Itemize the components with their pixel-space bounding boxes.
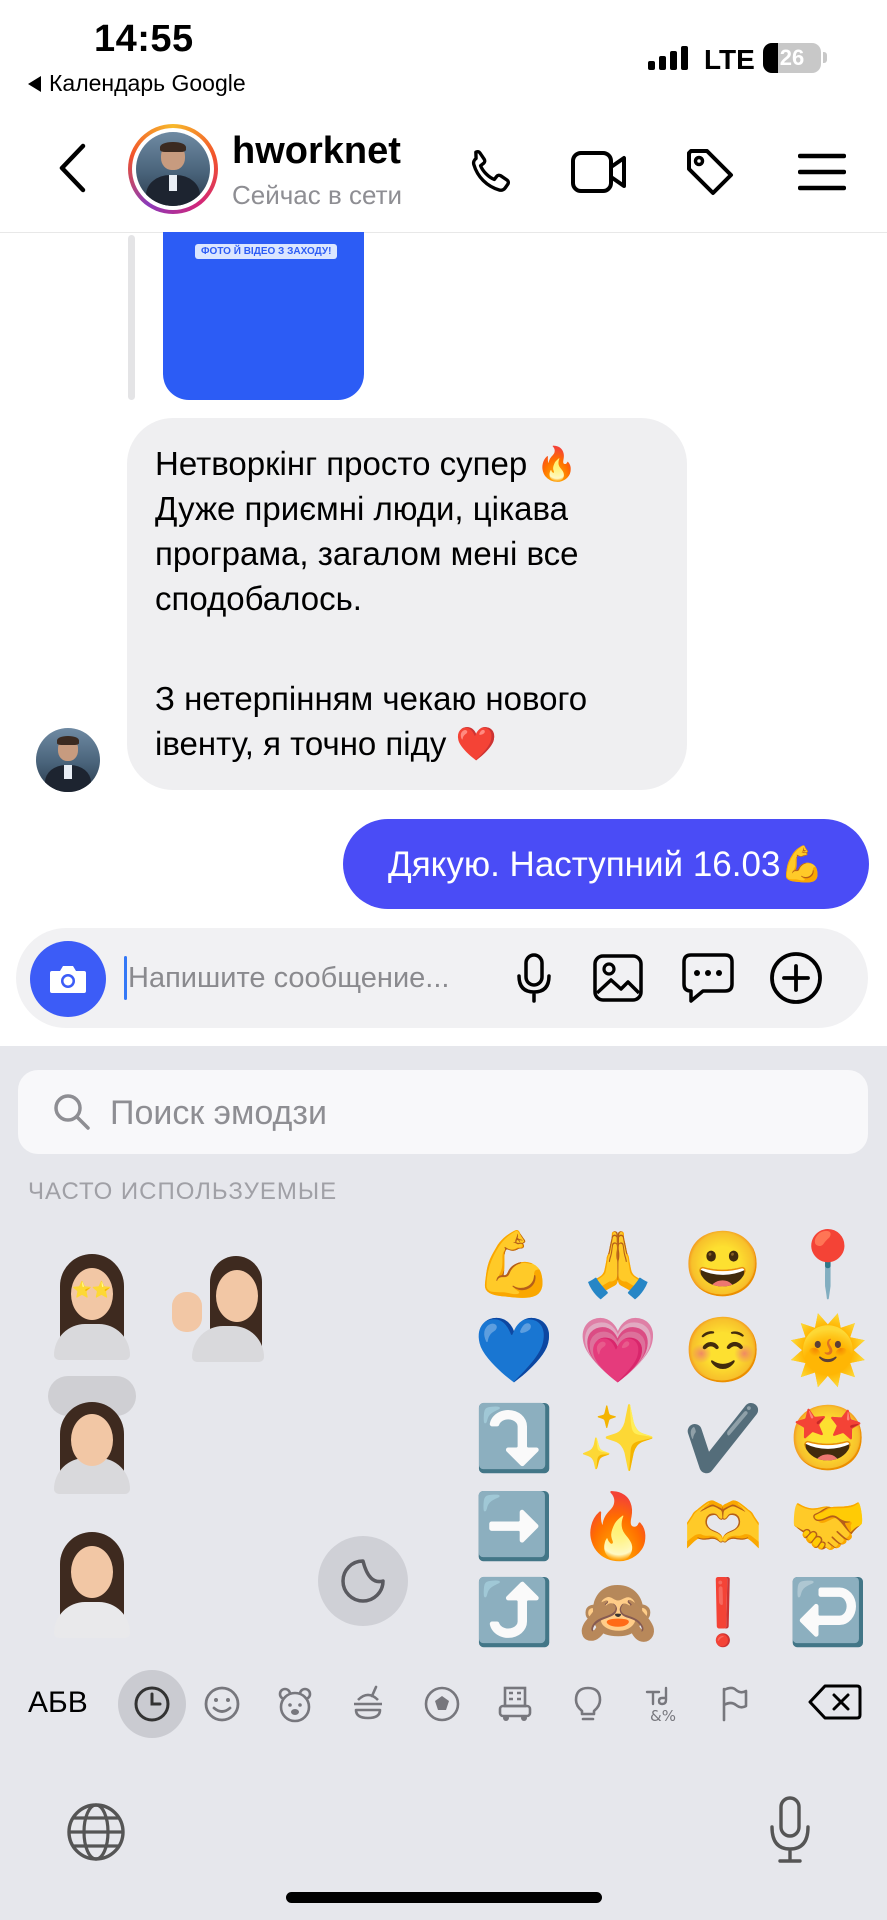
delete-key-icon[interactable]	[800, 1670, 870, 1734]
chat-username[interactable]: hworknet	[232, 130, 401, 173]
globe-icon[interactable]	[62, 1798, 130, 1866]
avatar-photo	[136, 132, 210, 206]
section-label: ЧАСТО ИСПОЛЬЗУЕМЫЕ	[28, 1178, 338, 1205]
back-chevron-icon[interactable]	[50, 142, 94, 194]
category-animal-icon[interactable]	[263, 1672, 327, 1736]
category-sport-icon[interactable]	[410, 1672, 474, 1736]
message-line: програма, загалом мені все	[155, 535, 579, 572]
emoji-key[interactable]: 💙	[472, 1308, 556, 1392]
battery-icon: 26	[763, 43, 821, 73]
network-type: LTE	[704, 44, 755, 75]
menu-icon[interactable]	[792, 144, 852, 200]
outgoing-message[interactable]: Дякую. Наступний 16.03💪	[343, 819, 869, 909]
back-triangle-icon	[28, 75, 41, 92]
abc-switch-key[interactable]: АБВ	[28, 1686, 88, 1720]
sticker-chat-icon[interactable]	[678, 948, 738, 1008]
emoji-search-field[interactable]: Поиск эмодзи	[18, 1070, 868, 1154]
story-reply-thumbnail[interactable]: ФОТО Й ВІДЕО З ЗАХОДУ!	[163, 232, 364, 400]
emoji-key[interactable]: ➡️	[472, 1484, 556, 1568]
add-icon[interactable]	[766, 948, 826, 1008]
emoji-key[interactable]: 🙈	[576, 1570, 660, 1654]
sticker-toggle-button[interactable]	[318, 1536, 408, 1626]
emoji-key[interactable]: 🤩	[786, 1396, 870, 1480]
status-time: 14:55	[94, 18, 194, 60]
memoji-sticker[interactable]: ⭐⭐	[44, 1250, 140, 1360]
emoji-key[interactable]: 🫶	[681, 1484, 765, 1568]
emoji-key[interactable]: ⤴️	[472, 1570, 556, 1654]
emoji-key[interactable]: ✔️	[681, 1396, 765, 1480]
camera-icon	[50, 966, 86, 993]
camera-button[interactable]	[30, 941, 106, 1017]
message-line: івенту, я точно піду ❤️	[155, 725, 497, 762]
reply-thread-line	[128, 235, 135, 400]
video-call-icon[interactable]	[568, 142, 630, 202]
memoji-sticker[interactable]	[44, 1528, 140, 1638]
emoji-key[interactable]: ✨	[576, 1396, 660, 1480]
incoming-message[interactable]: Нетворкінг просто супер 🔥 Дуже приємні л…	[127, 418, 687, 790]
story-tag-label: ФОТО Й ВІДЕО З ЗАХОДУ!	[195, 244, 338, 259]
search-icon	[54, 1094, 90, 1130]
text-caret	[124, 956, 127, 1000]
message-line: З нетерпінням чекаю нового	[155, 680, 588, 717]
battery-cap	[823, 52, 827, 63]
emoji-key[interactable]: ↩️	[786, 1570, 870, 1654]
emoji-key[interactable]: 🔥	[576, 1484, 660, 1568]
home-indicator	[286, 1892, 602, 1903]
category-flag-icon[interactable]	[702, 1672, 766, 1736]
message-input[interactable]	[128, 953, 498, 1003]
emoji-key[interactable]: 💪	[472, 1222, 556, 1306]
avatar[interactable]	[128, 124, 218, 214]
emoji-key[interactable]: 🙏	[576, 1222, 660, 1306]
tag-icon[interactable]	[680, 142, 740, 202]
sticker-icon	[341, 1559, 385, 1603]
message-line: Дуже приємні люди, цікава	[155, 490, 569, 527]
back-app-label: Календарь Google	[49, 70, 246, 96]
emoji-key[interactable]: ☺️	[681, 1308, 765, 1392]
emoji-key[interactable]: 🌞	[786, 1308, 870, 1392]
emoji-key[interactable]: 📍	[786, 1222, 870, 1306]
signal-icon	[648, 46, 688, 70]
dictation-microphone-icon[interactable]	[756, 1792, 824, 1868]
emoji-search-placeholder: Поиск эмодзи	[110, 1094, 327, 1132]
emoji-key[interactable]: ⤵️	[472, 1396, 556, 1480]
message-composer	[16, 928, 868, 1028]
category-symbols-icon[interactable]: &%	[630, 1672, 694, 1736]
chat-header: hworknet Сейчас в сети	[0, 100, 887, 233]
online-status: Сейчас в сети	[232, 180, 403, 210]
category-recent-icon[interactable]	[118, 1670, 186, 1738]
category-travel-icon[interactable]	[483, 1672, 547, 1736]
gallery-icon[interactable]	[588, 948, 648, 1008]
emoji-key[interactable]: 😀	[681, 1222, 765, 1306]
memoji-sticker[interactable]	[170, 1252, 266, 1362]
emoji-key[interactable]: 🤝	[786, 1484, 870, 1568]
memoji-sticker[interactable]	[44, 1376, 140, 1494]
emoji-key[interactable]: ❗	[681, 1570, 765, 1654]
category-smiley-icon[interactable]	[190, 1672, 254, 1736]
category-food-icon[interactable]	[336, 1672, 400, 1736]
phone-icon[interactable]	[458, 142, 518, 202]
message-line: сподобалось.	[155, 580, 362, 617]
back-to-app-link[interactable]: Календарь Google	[28, 70, 246, 97]
category-objects-icon[interactable]	[556, 1672, 620, 1736]
sender-avatar[interactable]	[36, 728, 100, 792]
microphone-icon[interactable]	[506, 950, 562, 1006]
svg-text:&%: &%	[650, 1707, 676, 1724]
message-line: Нетворкінг просто супер 🔥	[155, 445, 578, 482]
emoji-key[interactable]: 💗	[576, 1308, 660, 1392]
battery-level: 26	[779, 45, 805, 70]
